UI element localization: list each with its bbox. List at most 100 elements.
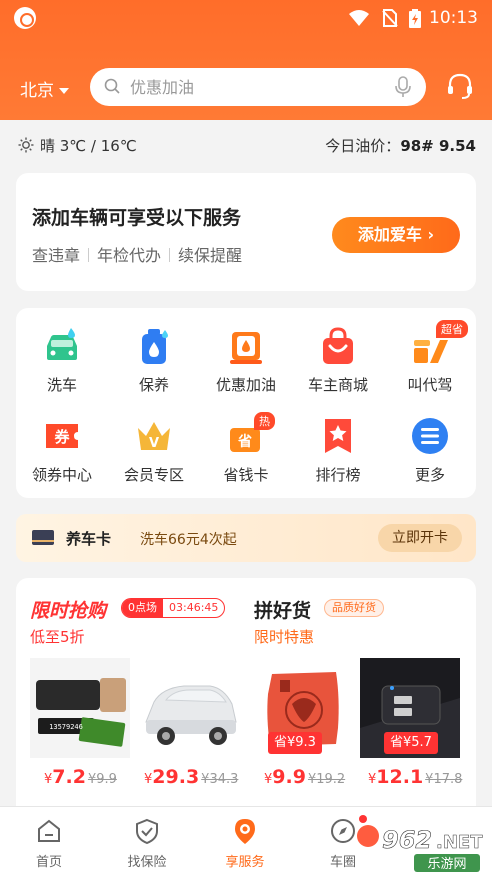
group-buy-title[interactable]: 拼好货 bbox=[254, 596, 311, 623]
location-pin-icon bbox=[235, 819, 255, 844]
flash-sale-session: 0点场 bbox=[122, 599, 163, 617]
product-price: ¥12.1 ¥17.8 bbox=[368, 766, 462, 788]
product-image bbox=[140, 658, 240, 758]
grid-item-designated-driver[interactable]: 超省 叫代驾 bbox=[384, 320, 476, 395]
add-car-button[interactable]: 添加爱车 › bbox=[332, 217, 460, 253]
search-icon bbox=[104, 78, 120, 94]
tab-insurance[interactable]: 找保险 bbox=[98, 817, 196, 870]
grid-item-vip[interactable]: V 会员专区 bbox=[108, 416, 200, 485]
svg-text:省: 省 bbox=[237, 433, 252, 450]
grid-label: 排行榜 bbox=[315, 466, 361, 484]
open-card-button[interactable]: 立即开卡 bbox=[378, 524, 462, 552]
car-card-desc: 洗车66元4次起 bbox=[140, 532, 237, 548]
product-price: ¥9.9 ¥19.2 bbox=[264, 766, 345, 788]
grid-label: 省钱卡 bbox=[223, 466, 269, 484]
search-input[interactable] bbox=[130, 74, 380, 100]
grid-item-mall[interactable]: 车主商城 bbox=[292, 326, 384, 395]
grid-label: 会员专区 bbox=[123, 466, 184, 484]
weather-info: 晴 3℃ / 16℃ bbox=[18, 135, 137, 156]
status-time: 10:13 bbox=[429, 8, 478, 28]
compass-icon bbox=[331, 819, 355, 843]
product-image: 13579246 bbox=[30, 658, 130, 758]
home-icon bbox=[38, 819, 60, 842]
flash-sale-countdown: 03:46:45 bbox=[169, 601, 219, 614]
svg-text:13579246: 13579246 bbox=[49, 723, 83, 731]
flash-sale-title[interactable]: 限时抢购 bbox=[30, 596, 106, 623]
divider bbox=[88, 248, 90, 262]
flash-sale-subtitle: 低至5折 bbox=[30, 628, 85, 646]
svg-text:乐游网: 乐游网 bbox=[427, 857, 466, 872]
grid-item-save-card[interactable]: 省 热 省钱卡 bbox=[200, 412, 292, 485]
grid-item-maintenance[interactable]: 保养 bbox=[108, 326, 200, 395]
microphone-icon[interactable] bbox=[394, 76, 412, 98]
app-logo-icon bbox=[14, 7, 36, 29]
deals-card: 限时抢购 0点场 03:46:45 低至5折 拼好货 品质好货 限时特惠 1357… bbox=[16, 578, 476, 818]
save-tag: 省¥9.3 bbox=[268, 732, 322, 754]
price-now: 7.2 bbox=[52, 766, 86, 788]
tab-services[interactable]: 享服务 bbox=[196, 817, 294, 870]
svg-text:V: V bbox=[149, 436, 159, 451]
add-car-title: 添加车辆可享受以下服务 bbox=[32, 207, 242, 229]
service-inspection: 年检代办 bbox=[97, 246, 162, 265]
add-car-card: 添加车辆可享受以下服务 查违章 年检代办 续保提醒 添加爱车 › bbox=[16, 173, 476, 291]
add-car-services: 查违章 年检代办 续保提醒 bbox=[32, 242, 242, 266]
price-now: 9.9 bbox=[272, 766, 306, 788]
fuel-icon bbox=[230, 332, 262, 364]
grid-label: 更多 bbox=[414, 466, 445, 484]
grid-item-coupon-center[interactable]: 券 领券中心 bbox=[16, 416, 108, 485]
grid-item-more[interactable]: 更多 bbox=[384, 416, 476, 485]
svg-text:.NET: .NET bbox=[436, 832, 483, 853]
svg-text:962: 962 bbox=[382, 826, 432, 854]
grid-label: 优惠加油 bbox=[215, 376, 276, 394]
search-bar[interactable] bbox=[90, 68, 426, 106]
battery-charging-icon bbox=[409, 9, 421, 28]
save-tag: 省¥5.7 bbox=[384, 732, 438, 754]
product-parking-number-plate[interactable]: 13579246 bbox=[30, 658, 130, 758]
wifi-icon bbox=[349, 10, 369, 26]
product-price: ¥7.2 ¥9.9 bbox=[44, 766, 117, 788]
grid-label: 车主商城 bbox=[307, 376, 368, 394]
divider bbox=[169, 248, 171, 262]
price-old: ¥19.2 bbox=[307, 772, 346, 787]
grid-item-fuel[interactable]: 优惠加油 bbox=[200, 326, 292, 395]
top-bar: 北京 bbox=[0, 66, 492, 108]
grid-item-car-wash[interactable]: 洗车 bbox=[16, 326, 108, 395]
group-buy-tag: 品质好货 bbox=[324, 599, 384, 617]
more-icon bbox=[412, 418, 448, 454]
product-bamboo-charcoal-bag[interactable]: 省¥9.3 bbox=[254, 658, 354, 758]
oil-price-label: 今日油价： bbox=[325, 137, 401, 155]
car-card-banner[interactable]: 养车卡 洗车66元4次起 立即开卡 bbox=[16, 514, 476, 562]
product-car-sunshade-cover[interactable] bbox=[140, 658, 240, 758]
price-old: ¥17.8 bbox=[425, 772, 463, 787]
customer-service-icon[interactable] bbox=[446, 72, 474, 100]
city-selector[interactable]: 北京 bbox=[20, 76, 69, 101]
tab-label: 首页 bbox=[35, 855, 62, 870]
tab-home[interactable]: 首页 bbox=[0, 817, 98, 870]
price-now: 12.1 bbox=[376, 766, 424, 788]
oil-price-value: 98# 9.54 bbox=[400, 137, 476, 155]
price-old: ¥9.9 bbox=[87, 772, 117, 787]
badge-hot: 热 bbox=[254, 412, 275, 430]
maintenance-icon bbox=[142, 329, 168, 364]
group-buy-subtitle: 限时特惠 bbox=[254, 628, 315, 646]
car-wash-icon bbox=[47, 328, 77, 360]
status-bar: 10:13 bbox=[0, 0, 492, 36]
shield-icon bbox=[136, 818, 158, 845]
service-violation: 查违章 bbox=[32, 246, 81, 265]
grid-label: 洗车 bbox=[46, 376, 77, 394]
product-car-usb-charger[interactable]: 省¥5.7 bbox=[360, 658, 460, 758]
services-grid: 洗车 保养 优惠加油 车主商城 超省 叫代驾 券 领券中心 V 会员专区 省 热… bbox=[16, 308, 476, 498]
caret-down-icon bbox=[59, 88, 69, 94]
grid-label: 叫代驾 bbox=[407, 376, 453, 394]
grid-label: 保养 bbox=[138, 376, 169, 394]
product-price: ¥29.3 ¥34.3 bbox=[144, 766, 238, 788]
oil-price[interactable]: 今日油价：98# 9.54 bbox=[325, 135, 476, 156]
sun-icon bbox=[18, 137, 34, 153]
ranking-icon bbox=[325, 419, 351, 453]
card-icon bbox=[32, 530, 54, 545]
shopping-bag-icon bbox=[323, 327, 353, 364]
grid-item-ranking[interactable]: 排行榜 bbox=[292, 416, 384, 485]
service-renewal-reminder: 续保提醒 bbox=[178, 246, 243, 265]
weather-text: 晴 3℃ / 16℃ bbox=[40, 137, 137, 155]
vip-crown-icon: V bbox=[138, 422, 170, 451]
